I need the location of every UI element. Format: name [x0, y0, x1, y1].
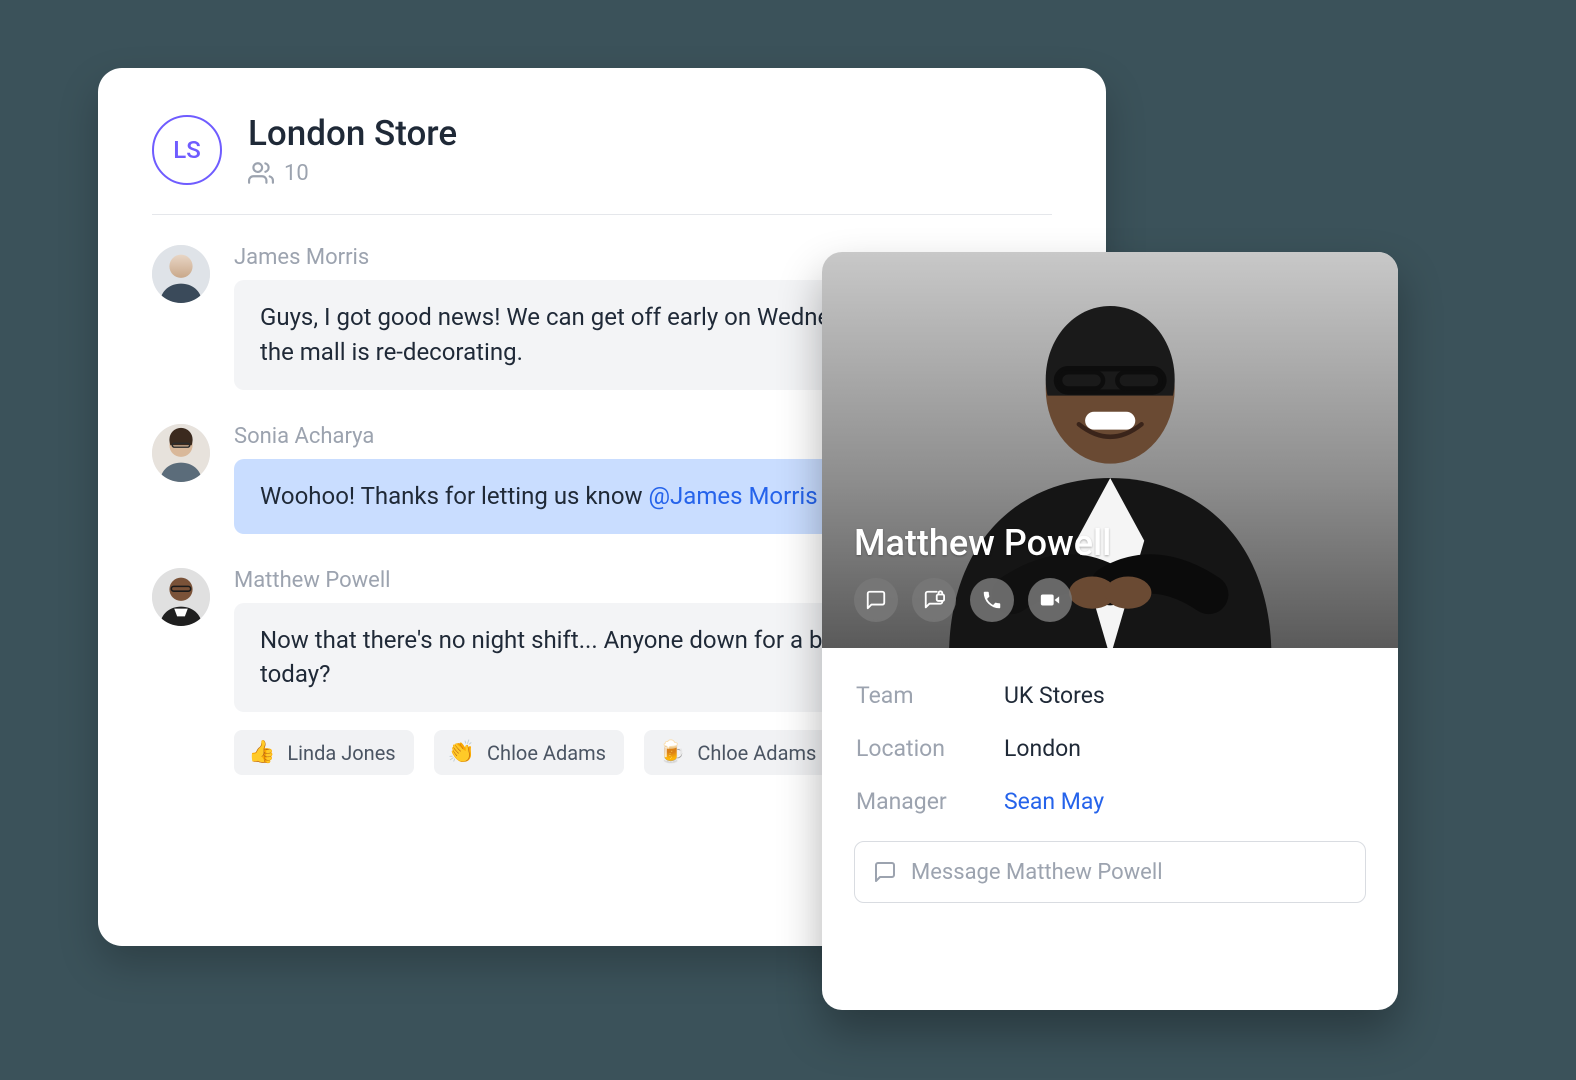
detail-label: Team	[856, 682, 1004, 709]
chat-title: London Store	[248, 114, 457, 154]
detail-row-location: Location London	[856, 735, 1364, 762]
reaction-name: Linda Jones	[287, 741, 395, 765]
mention[interactable]: @James Morris	[649, 482, 818, 510]
thumbs-up-icon: 👍	[248, 740, 275, 765]
beer-icon: 🍺	[658, 740, 685, 765]
detail-value: UK Stores	[1004, 682, 1105, 709]
detail-row-manager: Manager Sean May	[856, 788, 1364, 815]
avatar[interactable]	[152, 424, 210, 482]
avatar[interactable]	[152, 568, 210, 626]
detail-label: Manager	[856, 788, 1004, 815]
profile-card: Matthew Powell Team UK Stores Location L…	[822, 252, 1398, 1010]
video-icon	[1039, 589, 1061, 611]
profile-hero: Matthew Powell	[822, 252, 1398, 648]
message-input-placeholder: Message Matthew Powell	[911, 860, 1163, 885]
store-avatar-initials: LS	[173, 136, 201, 164]
chat-header-titles: London Store 10	[248, 114, 457, 186]
chat-header: LS London Store 10	[152, 114, 1052, 215]
reaction-name: Chloe Adams	[487, 741, 606, 765]
detail-label: Location	[856, 735, 1004, 762]
manager-link[interactable]: Sean May	[1004, 788, 1104, 815]
message-input[interactable]: Message Matthew Powell	[854, 841, 1366, 903]
clap-icon: 👏	[448, 740, 475, 765]
chat-icon	[873, 860, 897, 884]
detail-row-team: Team UK Stores	[856, 682, 1364, 709]
private-chat-button[interactable]	[912, 578, 956, 622]
reaction-name: Chloe Adams	[697, 741, 816, 765]
avatar[interactable]	[152, 245, 210, 303]
profile-details: Team UK Stores Location London Manager S…	[822, 648, 1398, 815]
profile-name: Matthew Powell	[854, 522, 1111, 564]
profile-action-row	[854, 578, 1072, 622]
members-icon	[248, 160, 274, 186]
phone-icon	[981, 589, 1003, 611]
video-call-button[interactable]	[1028, 578, 1072, 622]
chat-icon	[865, 589, 887, 611]
detail-value: London	[1004, 735, 1081, 762]
reaction-chip[interactable]: 🍺 Chloe Adams	[644, 730, 834, 775]
message-text: Woohoo! Thanks for letting us know	[260, 482, 649, 510]
person-icon	[152, 424, 210, 482]
call-button[interactable]	[970, 578, 1014, 622]
reaction-chip[interactable]: 👍 Linda Jones	[234, 730, 414, 775]
chat-member-count: 10	[248, 160, 457, 186]
member-count-value: 10	[284, 161, 309, 186]
reaction-chip[interactable]: 👏 Chloe Adams	[434, 730, 624, 775]
person-icon	[152, 568, 210, 626]
chat-button[interactable]	[854, 578, 898, 622]
chat-lock-icon	[923, 589, 945, 611]
store-avatar[interactable]: LS	[152, 115, 222, 185]
person-icon	[152, 245, 210, 303]
